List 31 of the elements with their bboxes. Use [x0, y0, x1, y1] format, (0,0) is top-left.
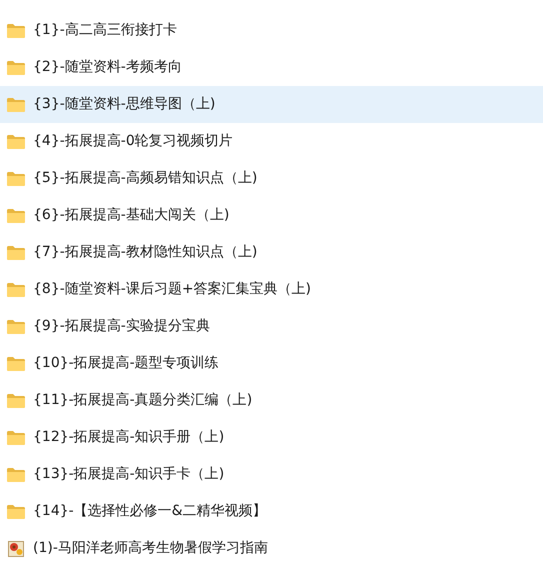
- file-name: {9}-拓展提高-实验提分宝典: [33, 317, 210, 336]
- folder-icon: [7, 60, 25, 74]
- folder-icon: [7, 172, 25, 186]
- folder-icon: [7, 98, 25, 112]
- file-name: {4}-拓展提高-0轮复习视频切片: [33, 132, 233, 151]
- folder-icon: [7, 468, 25, 482]
- file-name: {1}-高二高三衔接打卡: [33, 21, 177, 40]
- folder-icon: [7, 246, 25, 260]
- file-name: {3}-随堂资料-思维导图（上): [33, 95, 216, 114]
- file-name: {8}-随堂资料-课后习题+答案汇集宝典（上): [33, 280, 312, 299]
- file-name: {10}-拓展提高-题型专项训练: [33, 354, 219, 373]
- file-name: {2}-随堂资料-考频考向: [33, 58, 182, 77]
- folder-icon: [7, 356, 25, 370]
- folder-icon: [7, 504, 25, 518]
- folder-icon: [7, 208, 25, 222]
- folder-icon: [7, 394, 25, 408]
- file-row[interactable]: {3}-随堂资料-思维导图（上): [0, 86, 543, 123]
- image-file-icon: [8, 540, 24, 556]
- folder-icon: [7, 24, 25, 38]
- file-name: {7}-拓展提高-教材隐性知识点（上): [33, 243, 258, 262]
- folder-icon: [7, 320, 25, 334]
- file-name: (1)-马阳洋老师高考生物暑假学习指南: [33, 539, 268, 558]
- file-name: {14}-【选择性必修一&二精华视频】: [33, 502, 267, 521]
- file-name: {12}-拓展提高-知识手册（上): [33, 428, 224, 447]
- file-name: {6}-拓展提高-基础大闯关（上): [33, 206, 230, 225]
- file-name: {5}-拓展提高-高频易错知识点（上): [33, 169, 258, 188]
- folder-icon: [7, 282, 25, 296]
- folder-icon: [7, 134, 25, 148]
- file-name: {11}-拓展提高-真题分类汇编（上): [33, 391, 252, 410]
- file-name: {13}-拓展提高-知识手卡（上): [33, 465, 224, 484]
- folder-icon: [7, 430, 25, 444]
